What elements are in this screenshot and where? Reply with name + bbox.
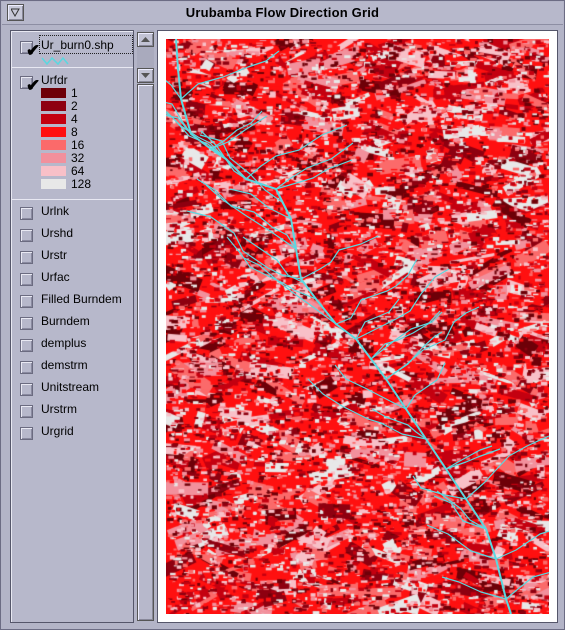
toc-separator <box>11 67 133 68</box>
table-of-contents: ✔ Ur_burn0.shp ✔ Urfdr 1 2 4 8 16 32 64 … <box>10 30 134 623</box>
layer-label: Urlnk <box>41 204 70 218</box>
layer-label: Filled Burndem <box>41 292 122 306</box>
stream-line <box>370 310 441 360</box>
legend-label: 128 <box>71 177 92 191</box>
map-display-frame <box>157 30 558 623</box>
window-title: Urubamba Flow Direction Grid <box>185 5 380 20</box>
layer-checkbox[interactable] <box>20 229 33 242</box>
legend-label: 2 <box>71 99 78 113</box>
stream-line <box>385 306 480 380</box>
stream-line <box>180 50 280 100</box>
layer-checkbox[interactable] <box>20 361 33 374</box>
legend-swatch <box>41 166 66 176</box>
legend-swatch <box>41 140 66 150</box>
stream-line <box>210 110 263 150</box>
layer-label: Urfdr <box>41 73 68 87</box>
legend-swatch <box>41 179 66 189</box>
layer-checkbox[interactable] <box>20 405 33 418</box>
layer-urshd[interactable]: Urshd <box>11 224 133 244</box>
layer-checkbox[interactable] <box>20 295 33 308</box>
stream-line <box>405 362 446 410</box>
legend-label: 16 <box>71 138 85 152</box>
legend-swatch <box>41 88 66 98</box>
arrow-up-icon <box>141 37 150 42</box>
layer-label: demplus <box>41 336 87 350</box>
stream-line <box>495 530 549 560</box>
stream-line <box>166 114 192 135</box>
stream-line <box>441 576 507 600</box>
layer-urlnk[interactable]: Urlnk <box>11 202 133 222</box>
layer-urgrid[interactable]: Urgrid <box>11 422 133 442</box>
layer-checkbox[interactable] <box>20 273 33 286</box>
stream-line <box>465 435 549 500</box>
legend-swatch <box>41 114 66 124</box>
stream-line <box>242 236 317 300</box>
legend-swatch <box>41 153 66 163</box>
layer-label: Unitstream <box>41 380 100 394</box>
layer-label: Urstr <box>41 248 67 262</box>
stream-line <box>445 445 493 470</box>
layer-checkbox[interactable] <box>20 427 33 440</box>
map-window: Urubamba Flow Direction Grid ✔ Ur_burn0.… <box>0 0 565 630</box>
layer-checkbox[interactable] <box>20 207 33 220</box>
layer-burndem[interactable]: Burndem <box>11 312 133 332</box>
stream-line <box>300 235 379 280</box>
layer-label: Ur_burn0.shp <box>41 38 114 52</box>
stream-line <box>436 490 487 530</box>
layer-unitstream[interactable]: Unitstream <box>11 378 133 398</box>
layer-demplus[interactable]: demplus <box>11 334 133 354</box>
stream-line <box>275 142 354 190</box>
toc-scrollbar[interactable] <box>137 30 154 621</box>
layer-label: Urstrm <box>41 402 77 416</box>
legend-swatch <box>41 101 66 111</box>
layer-filled-burndem[interactable]: Filled Burndem <box>11 290 133 310</box>
stream-line <box>445 448 501 470</box>
stream-line <box>175 39 512 614</box>
layer-urstr[interactable]: Urstr <box>11 246 133 266</box>
layer-label: demstrm <box>41 358 88 372</box>
stream-line <box>245 124 348 180</box>
scroll-up-button[interactable] <box>137 32 154 47</box>
layer-label: Burndem <box>41 314 90 328</box>
stream-line <box>371 408 427 440</box>
stream-line-symbol-icon <box>41 56 69 66</box>
layer-checkbox[interactable] <box>20 383 33 396</box>
arrow-down-icon <box>141 73 150 78</box>
layer-label: Urgrid <box>41 424 74 438</box>
stream-line <box>307 378 427 440</box>
legend-swatch <box>41 127 66 137</box>
title-bar: Urubamba Flow Direction Grid <box>2 2 563 25</box>
layer-checkbox[interactable] <box>20 339 33 352</box>
stream-line <box>505 572 549 600</box>
layer-ur-burn0[interactable]: ✔ Ur_burn0.shp <box>11 35 133 59</box>
legend-label: 64 <box>71 164 85 178</box>
layer-label: Urshd <box>41 226 74 240</box>
layer-label: Urfac <box>41 270 70 284</box>
layer-checkbox[interactable] <box>20 317 33 330</box>
scroll-thumb[interactable] <box>137 84 154 621</box>
legend-label: 8 <box>71 125 78 139</box>
stream-network-overlay <box>166 39 549 614</box>
legend-label: 32 <box>71 151 85 165</box>
map-canvas[interactable] <box>166 39 549 614</box>
layer-checkbox[interactable] <box>20 251 33 264</box>
layer-checkbox[interactable]: ✔ <box>20 41 40 59</box>
layer-urfac[interactable]: Urfac <box>11 268 133 288</box>
scroll-down-button[interactable] <box>137 68 154 83</box>
legend-label: 1 <box>71 86 78 100</box>
stream-line <box>385 331 443 380</box>
stream-line <box>355 298 400 340</box>
toc-separator <box>11 199 133 200</box>
stream-line <box>275 159 353 190</box>
layer-demstrm[interactable]: demstrm <box>11 356 133 376</box>
layer-urstrm[interactable]: Urstrm <box>11 400 133 420</box>
check-icon: ✔ <box>26 76 41 95</box>
legend-label: 4 <box>71 112 78 126</box>
layer-checkbox[interactable]: ✔ <box>20 76 40 94</box>
stream-line <box>229 188 292 220</box>
